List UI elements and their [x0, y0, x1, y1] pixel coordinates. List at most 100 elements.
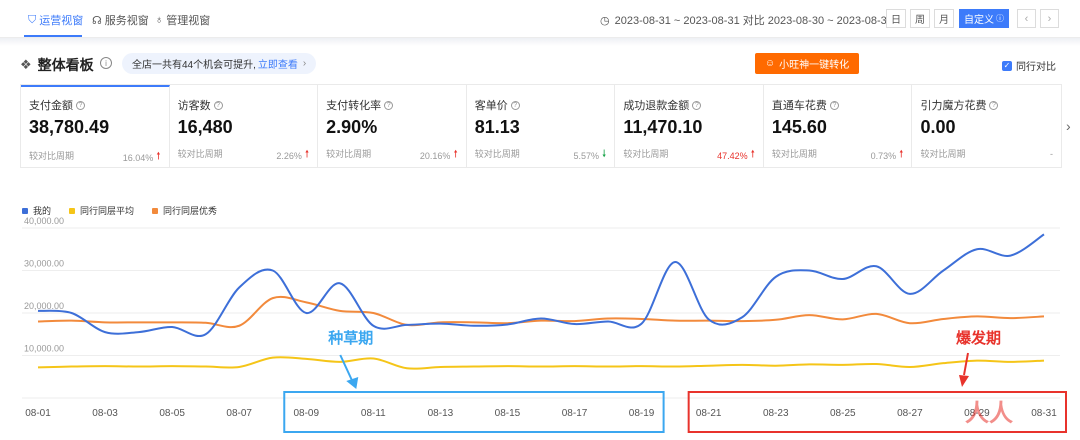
flask-icon: ♁ — [155, 14, 164, 26]
compare-label: 较对比周期 — [29, 151, 75, 161]
help-icon[interactable]: ? — [989, 100, 999, 110]
date-range-display[interactable]: ◷ 2023-08-31 ~ 2023-08-31 对比 2023-08-30 … — [600, 12, 893, 28]
prev-period-button[interactable]: ‹ — [1017, 9, 1036, 28]
y-tick-label: 30,000.00 — [24, 259, 64, 269]
metric-label: 支付金额 — [29, 100, 73, 112]
compare-label: 较对比周期 — [177, 149, 223, 159]
robot-icon: ☺ — [764, 58, 776, 69]
one-click-convert-button[interactable]: ☺ 小旺神一键转化 — [755, 53, 859, 74]
header-divider — [0, 38, 1080, 46]
info-icon[interactable]: i — [100, 57, 112, 69]
x-tick-label: 08-17 — [562, 408, 588, 419]
x-tick-label: 08-09 — [293, 408, 319, 419]
period-week-button[interactable]: 周 — [910, 9, 930, 28]
x-tick-label: 08-25 — [830, 408, 856, 419]
top-navigation-bar: ⛉ 运营视窗 ☊ 服务视窗 ♁ 管理视窗 ◷ 2023-08-31 ~ 2023… — [0, 0, 1080, 38]
x-tick-label: 08-07 — [226, 408, 252, 419]
burst-arrow-head — [959, 375, 969, 387]
legend-swatch — [69, 207, 76, 214]
change-value: 47.42% — [717, 150, 748, 161]
x-tick-label: 08-19 — [629, 408, 655, 419]
next-period-button[interactable]: › — [1040, 9, 1059, 28]
view-now-link[interactable]: 立即查看 — [258, 56, 298, 71]
trend-line-chart: 10,000.00 20,000.00 30,000.00 40,000.00 08-0… — [22, 216, 1068, 433]
watermark-logo: 人人 — [965, 399, 1013, 427]
help-icon: ⓘ — [996, 14, 1004, 23]
tip-text: 全店一共有44个机会可提升, — [132, 60, 256, 71]
custom-label: 自定义 — [964, 15, 994, 26]
tab-label: 运营视窗 — [39, 15, 84, 27]
metric-label: 访客数 — [177, 100, 211, 112]
tab-service-view[interactable]: ☊ 服务视窗 — [92, 12, 149, 28]
arrow-up-icon: 🠕 — [750, 149, 755, 160]
clock-icon: ◷ — [600, 14, 610, 27]
arrow-up-icon: 🠕 — [453, 149, 458, 160]
burst-period-label: 爆发期 — [956, 329, 1001, 347]
x-tick-label: 08-15 — [495, 408, 521, 419]
metric-label: 成功退款金额 — [623, 100, 690, 112]
opportunity-tip[interactable]: 全店一共有44个机会可提升, 立即查看 › — [122, 53, 317, 74]
arrow-up-icon: 🠕 — [156, 151, 161, 162]
chevron-right-icon: › — [302, 58, 307, 69]
metric-card-payment-amount[interactable]: 支付金额? 38,780.49 较对比周期 16.04% 🠕 — [21, 85, 170, 167]
metric-card-magic-cube-spend[interactable]: 引力魔方花费? 0.00 较对比周期 - — [912, 85, 1061, 167]
metric-value: 38,780.49 — [29, 117, 110, 137]
metric-label: 引力魔方花费 — [920, 100, 987, 112]
help-icon[interactable]: ? — [829, 100, 839, 110]
y-tick-label: 20,000.00 — [24, 301, 64, 311]
help-icon[interactable]: ? — [510, 100, 520, 110]
metric-card-ztc-spend[interactable]: 直通车花费? 145.60 较对比周期 0.73% 🠕 — [764, 85, 913, 167]
arrow-down-icon: 🠗 — [602, 149, 607, 160]
peer-compare-toggle[interactable]: ✓ 同行对比 — [1002, 58, 1056, 73]
change-value: 20.16% — [419, 150, 451, 161]
metric-label: 支付转化率 — [326, 100, 382, 112]
metric-card-refund-amount[interactable]: 成功退款金额? 11,470.10 较对比周期 47.42% 🠕 — [615, 85, 764, 167]
metrics-next-arrow-icon[interactable]: › — [1066, 118, 1071, 134]
layers-icon: ❖ — [20, 57, 32, 72]
tab-management-view[interactable]: ♁ 管理视窗 — [155, 12, 210, 28]
metric-card-conversion-rate[interactable]: 支付转化率? 2.90% 较对比周期 20.16% 🠕 — [318, 85, 467, 167]
help-icon[interactable]: ? — [76, 100, 85, 110]
x-tick-label: 08-05 — [159, 408, 185, 419]
change-value: 2.26% — [276, 150, 302, 161]
change-value: 16.04% — [122, 152, 154, 163]
x-tick-label: 08-11 — [361, 408, 386, 419]
x-tick-label: 08-21 — [696, 408, 722, 419]
y-tick-label: 40,000.00 — [24, 216, 64, 226]
seeding-arrow-line — [339, 354, 354, 382]
metric-value: 81.13 — [474, 117, 520, 137]
metric-value: 11,470.10 — [623, 117, 703, 137]
tab-operations-view[interactable]: ⛉ 运营视窗 — [28, 12, 83, 28]
help-icon[interactable]: ? — [692, 100, 702, 110]
compare-label: 较对比周期 — [326, 149, 372, 159]
date-range-text: 2023-08-31 ~ 2023-08-31 对比 2023-08-30 ~ … — [614, 15, 893, 27]
convert-button-label: 小旺神一键转化 — [779, 60, 850, 71]
arrow-up-icon: 🠕 — [304, 149, 310, 160]
chevron-left-icon: ‹ — [1024, 12, 1029, 25]
x-tick-label: 08-13 — [428, 408, 454, 419]
x-tick-label: 08-03 — [92, 408, 118, 419]
checkbox-checked-icon[interactable]: ✓ — [1002, 60, 1012, 71]
arrow-up-icon: 🠕 — [899, 149, 904, 160]
tab-label: 服务视窗 — [104, 15, 149, 27]
series-line-peer-average — [37, 356, 1045, 370]
compare-label: 较对比周期 — [920, 149, 966, 159]
help-icon[interactable]: ? — [213, 100, 223, 110]
custom-period-button[interactable]: 自定义 ⓘ — [959, 9, 1009, 28]
y-tick-label: 10,000.00 — [24, 344, 64, 354]
metric-value: 16,480 — [177, 117, 233, 137]
active-tab-indicator — [24, 35, 82, 37]
seeding-period-label: 种草期 — [327, 329, 373, 347]
peer-compare-label: 同行对比 — [1016, 62, 1056, 73]
chevron-right-icon: › — [1047, 12, 1052, 25]
metric-label: 客单价 — [474, 100, 508, 112]
period-day-button[interactable]: 日 — [886, 9, 906, 28]
metric-label: 直通车花费 — [771, 100, 827, 112]
compare-label: 较对比周期 — [474, 149, 520, 159]
metric-card-avg-order-value[interactable]: 客单价? 81.13 较对比周期 5.57% 🠗 — [467, 85, 616, 167]
compare-label: 较对比周期 — [771, 149, 817, 159]
help-icon[interactable]: ? — [384, 100, 394, 110]
period-month-button[interactable]: 月 — [934, 9, 954, 28]
metric-card-visitors[interactable]: 访客数? 16,480 较对比周期 2.26% 🠕 — [170, 85, 319, 167]
tab-label: 管理视窗 — [166, 15, 211, 27]
